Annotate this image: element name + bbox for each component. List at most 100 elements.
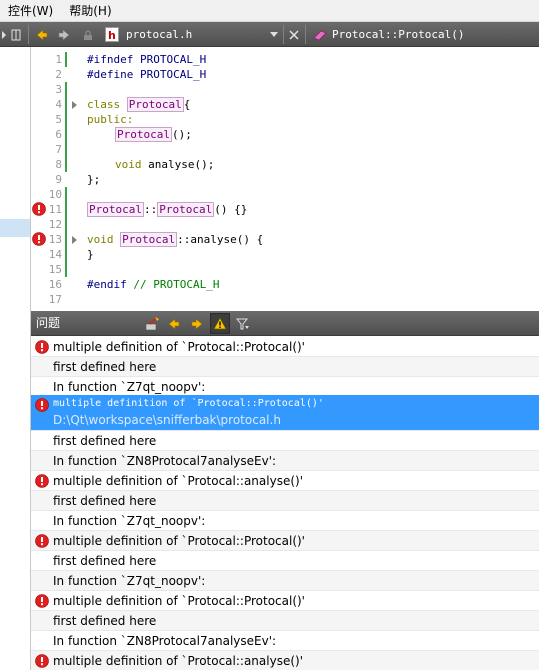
- error-icon: [35, 654, 49, 668]
- code-text: };: [87, 173, 101, 186]
- code-line: 10: [31, 187, 539, 202]
- line-number: 1: [55, 53, 62, 66]
- code-line: 2 #define PROTOCAL_H: [31, 67, 539, 82]
- warnings-filter-icon[interactable]: [210, 313, 230, 334]
- issue-row[interactable]: multiple definition of `Protocal::analys…: [31, 471, 539, 491]
- code-line: 3: [31, 82, 539, 97]
- code-line: 9 };: [31, 172, 539, 187]
- project-tree-panel: [0, 47, 31, 311]
- error-icon: [35, 398, 49, 412]
- clean-issues-icon[interactable]: [142, 311, 162, 336]
- issue-text: multiple definition of `Protocal::analys…: [53, 654, 303, 668]
- split-icon[interactable]: [9, 22, 23, 47]
- line-number: 2: [55, 68, 62, 81]
- issue-text: multiple definition of `Protocal::Protoc…: [53, 398, 324, 409]
- line-number: 8: [55, 158, 62, 171]
- issue-row[interactable]: multiple definition of `Protocal::Protoc…: [31, 337, 539, 357]
- issue-row[interactable]: In function `Z7qt_noopv':: [31, 511, 539, 531]
- back-arrow-icon[interactable]: [34, 22, 50, 47]
- issue-row[interactable]: first defined here: [31, 431, 539, 451]
- selected-tree-item[interactable]: [0, 219, 30, 237]
- symbol-combo[interactable]: Protocal::Protocal(): [332, 22, 464, 47]
- line-number: 11: [48, 203, 62, 216]
- issue-text: first defined here: [53, 360, 157, 374]
- next-issue-icon[interactable]: [188, 311, 206, 336]
- file-name-combo[interactable]: protocal.h: [126, 22, 192, 47]
- line-number: 9: [55, 173, 62, 186]
- left-panel-lower: [0, 311, 31, 670]
- code-editor[interactable]: 1 #ifndef PROTOCAL_H 2 #define PROTOCAL_…: [31, 47, 539, 311]
- issue-row[interactable]: first defined here: [31, 357, 539, 377]
- forward-arrow-icon[interactable]: [56, 22, 72, 47]
- issue-row[interactable]: In function `Z7qt_noopv':: [31, 377, 539, 397]
- issue-row-selected[interactable]: multiple definition of `Protocal::Protoc…: [31, 395, 539, 431]
- issue-text: In function `Z7qt_noopv':: [53, 514, 206, 528]
- issue-row[interactable]: multiple definition of `Protocal::Protoc…: [31, 591, 539, 611]
- code-text: #ifndef PROTOCAL_H: [87, 53, 207, 66]
- code-text: class Protocal{: [87, 97, 191, 112]
- issues-title: 问题: [36, 316, 61, 330]
- code-text: Protocal:: Protocal() {}: [87, 202, 248, 217]
- line-number: 4: [55, 98, 62, 111]
- line-number: 14: [48, 248, 62, 261]
- close-file-icon[interactable]: [286, 22, 302, 47]
- code-line: 1 #ifndef PROTOCAL_H: [31, 52, 539, 67]
- issue-text: first defined here: [53, 614, 157, 628]
- code-text: void Protocal::analyse() {: [87, 232, 264, 247]
- issue-row[interactable]: In function `ZN8Protocal7analyseEv':: [31, 451, 539, 471]
- code-line: 5 public:: [31, 112, 539, 127]
- file-dropdown-chevron-icon[interactable]: [268, 22, 280, 47]
- error-icon: [35, 534, 49, 548]
- code-text: void analyse();: [115, 158, 215, 171]
- menu-help[interactable]: 帮助(H): [61, 0, 119, 22]
- issues-toolbar: 问题: [31, 311, 539, 336]
- line-number: 15: [48, 263, 62, 276]
- issue-row[interactable]: first defined here: [31, 551, 539, 571]
- header-file-icon: h: [104, 22, 120, 47]
- code-line: 11 Protocal:: Protocal() {}: [31, 202, 539, 217]
- code-line: 17: [31, 292, 539, 307]
- editor-toolbar: h protocal.h Protocal::Protocal(): [0, 22, 539, 47]
- issue-text: In function `ZN8Protocal7analyseEv':: [53, 454, 277, 468]
- sidebar-toggle-icon[interactable]: [0, 22, 8, 47]
- previous-issue-icon[interactable]: [165, 311, 183, 336]
- line-number: 17: [48, 293, 62, 306]
- line-number: 6: [55, 128, 62, 141]
- filter-icon[interactable]: [234, 311, 252, 336]
- code-text: }: [87, 248, 94, 261]
- issue-row[interactable]: first defined here: [31, 611, 539, 631]
- code-text: Protocal ();: [115, 127, 192, 142]
- line-number: 3: [55, 83, 62, 96]
- issue-text: first defined here: [53, 434, 157, 448]
- issue-text: multiple definition of `Protocal::analys…: [53, 474, 303, 488]
- issue-row[interactable]: multiple definition of `Protocal::analys…: [31, 651, 539, 670]
- code-text: public:: [87, 113, 134, 126]
- lock-icon: [80, 22, 96, 47]
- line-number: 7: [55, 143, 62, 156]
- issue-row[interactable]: multiple definition of `Protocal::Protoc…: [31, 531, 539, 551]
- menu-bar: 控件(W) 帮助(H): [0, 0, 539, 22]
- issue-text: multiple definition of `Protocal::Protoc…: [53, 534, 305, 548]
- issue-text: first defined here: [53, 554, 157, 568]
- error-icon: [35, 594, 49, 608]
- line-number: 10: [48, 188, 62, 201]
- issue-row[interactable]: In function `Z7qt_noopv':: [31, 571, 539, 591]
- fold-arrow-icon[interactable]: [72, 101, 77, 109]
- file-icon-letter: h: [108, 29, 116, 42]
- code-line: 13 void Protocal::analyse() {: [31, 232, 539, 247]
- issue-row[interactable]: first defined here: [31, 491, 539, 511]
- line-number: 13: [48, 233, 62, 246]
- code-line: 14 }: [31, 247, 539, 262]
- issue-file-path: D:\Qt\workspace\snifferbak\protocal.h: [53, 413, 281, 427]
- line-number: 5: [55, 113, 62, 126]
- issue-text: multiple definition of `Protocal::Protoc…: [53, 340, 305, 354]
- issue-text: In function `ZN8Protocal7analyseEv':: [53, 634, 277, 648]
- code-text: #endif // PROTOCAL_H: [87, 278, 220, 291]
- issue-row[interactable]: In function `ZN8Protocal7analyseEv':: [31, 631, 539, 651]
- code-line: 16 #endif // PROTOCAL_H: [31, 277, 539, 292]
- fold-arrow-icon[interactable]: [72, 236, 77, 244]
- menu-controls[interactable]: 控件(W): [0, 0, 61, 22]
- code-line: 15: [31, 262, 539, 277]
- error-icon: [35, 340, 49, 354]
- error-icon: [35, 474, 49, 488]
